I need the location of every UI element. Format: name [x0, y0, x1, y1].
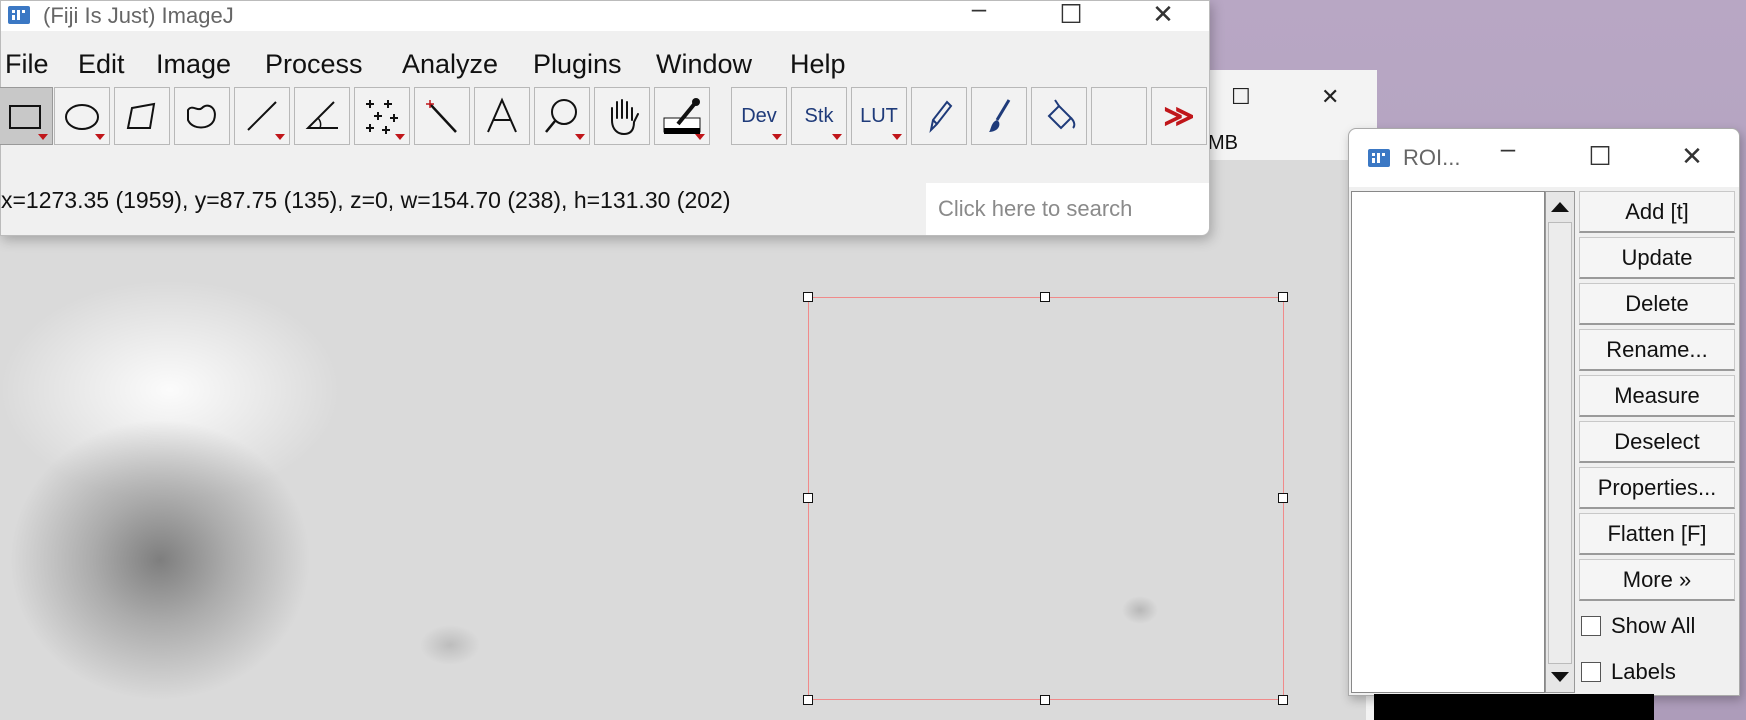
lut-label: LUT — [860, 104, 898, 127]
roi-handle-bottom-right[interactable] — [1278, 695, 1288, 705]
delete-button[interactable]: Delete — [1579, 283, 1735, 325]
polygon-tool[interactable] — [114, 87, 170, 145]
more-button[interactable]: More » — [1579, 559, 1735, 601]
angle-tool[interactable] — [294, 87, 350, 145]
scroll-thumb[interactable] — [1548, 222, 1572, 664]
angle-icon — [305, 101, 338, 129]
lut-tool[interactable]: LUT — [851, 87, 907, 145]
roi-handle-middle-right[interactable] — [1278, 493, 1288, 503]
image-window-maximize-icon[interactable]: ☐ — [1231, 84, 1251, 110]
double-chevron-icon: ≫ — [1163, 99, 1195, 133]
stack-tool[interactable]: Stk — [791, 87, 847, 145]
roi-handle-middle-left[interactable] — [803, 493, 813, 503]
wand-tool[interactable] — [414, 87, 470, 145]
stk-label: Stk — [804, 104, 834, 127]
roi-manager-window: ROI... – ☐ ✕ Add [t] Update Delete Renam… — [1348, 128, 1740, 696]
deselect-button[interactable]: Deselect — [1579, 421, 1735, 463]
labels-checkbox[interactable]: Labels — [1581, 659, 1676, 685]
show-all-label: Show All — [1611, 613, 1696, 638]
line-tool[interactable] — [234, 87, 290, 145]
roi-selection-rectangle[interactable] — [808, 297, 1284, 700]
freehand-icon — [187, 104, 216, 129]
labels-label: Labels — [1611, 659, 1676, 684]
dev-label: Dev — [741, 104, 777, 127]
rectangle-icon — [9, 105, 41, 129]
menu-file[interactable]: File — [5, 49, 49, 80]
labels-checkbox-box[interactable] — [1581, 662, 1601, 682]
properties-button[interactable]: Properties... — [1579, 467, 1735, 509]
show-all-checkbox-box[interactable] — [1581, 616, 1601, 636]
dropper-icon — [663, 98, 701, 134]
roi-minimize-icon[interactable]: – — [1493, 133, 1523, 164]
roi-handle-top-right[interactable] — [1278, 292, 1288, 302]
update-button[interactable]: Update — [1579, 237, 1735, 279]
text-icon — [487, 97, 517, 133]
show-all-checkbox[interactable]: Show All — [1581, 613, 1695, 639]
roi-list[interactable] — [1351, 191, 1545, 693]
window-title: (Fiji Is Just) ImageJ — [43, 3, 234, 28]
color-picker-tool[interactable] — [654, 87, 710, 145]
roi-handle-bottom-left[interactable] — [803, 695, 813, 705]
multipoint-tool[interactable] — [354, 87, 410, 145]
polygon-icon — [126, 102, 156, 129]
more-tools-button[interactable]: ≫ — [1151, 87, 1207, 145]
paint-bucket-icon — [1047, 99, 1076, 130]
pencil-tool[interactable] — [911, 87, 967, 145]
fiji-app-icon — [8, 6, 30, 24]
fiji-app-icon — [1368, 149, 1390, 167]
add-button[interactable]: Add [t] — [1579, 191, 1735, 233]
menu-analyze[interactable]: Analyze — [402, 49, 498, 80]
roi-list-scrollbar[interactable] — [1545, 191, 1575, 693]
text-tool[interactable] — [474, 87, 530, 145]
flood-fill-tool[interactable] — [1031, 87, 1087, 145]
roi-maximize-icon[interactable]: ☐ — [1585, 141, 1615, 172]
line-icon — [247, 101, 277, 131]
image-window-info-text: MB — [1208, 132, 1238, 154]
menu-window[interactable]: Window — [656, 49, 752, 80]
background-window-strip — [1374, 694, 1654, 720]
wand-icon — [426, 100, 457, 133]
dev-tool[interactable]: Dev — [731, 87, 787, 145]
maximize-icon[interactable]: ☐ — [1056, 0, 1086, 30]
brush-icon — [989, 99, 1011, 132]
minimize-icon[interactable]: – — [964, 0, 994, 24]
flatten-button[interactable]: Flatten [F] — [1579, 513, 1735, 555]
imagej-titlebar[interactable]: (Fiji Is Just) ImageJ – ☐ ✕ — [1, 0, 1209, 31]
hand-icon — [611, 99, 639, 136]
hand-tool[interactable] — [594, 87, 650, 145]
status-bar: x=1273.35 (1959), y=87.75 (135), z=0, w=… — [1, 187, 731, 213]
search-box[interactable] — [926, 183, 1209, 235]
menu-help[interactable]: Help — [790, 49, 846, 80]
image-window-close-icon[interactable]: ✕ — [1321, 84, 1339, 110]
rectangle-tool[interactable] — [0, 87, 53, 145]
menu-image[interactable]: Image — [156, 49, 231, 80]
roi-manager-titlebar[interactable]: ROI... – ☐ ✕ — [1349, 129, 1739, 187]
roi-handle-top-center[interactable] — [1040, 292, 1050, 302]
oval-tool[interactable] — [54, 87, 110, 145]
roi-manager-title: ROI... — [1403, 145, 1461, 170]
search-input[interactable] — [936, 195, 1200, 223]
close-icon[interactable]: ✕ — [1148, 0, 1178, 30]
roi-close-icon[interactable]: ✕ — [1677, 141, 1707, 172]
magnifier-icon — [545, 99, 577, 133]
measure-button[interactable]: Measure — [1579, 375, 1735, 417]
roi-handle-bottom-center[interactable] — [1040, 695, 1050, 705]
brush-tool[interactable] — [971, 87, 1027, 145]
multipoint-icon — [366, 100, 398, 134]
imagej-main-window: (Fiji Is Just) ImageJ – ☐ ✕ File Edit Im… — [0, 0, 1210, 236]
scroll-down-icon[interactable] — [1551, 672, 1569, 682]
zoom-tool[interactable] — [534, 87, 590, 145]
menu-bar: File Edit Image Process Analyze Plugins … — [1, 45, 1209, 85]
freehand-tool[interactable] — [174, 87, 230, 145]
menu-plugins[interactable]: Plugins — [533, 49, 622, 80]
rename-button[interactable]: Rename... — [1579, 329, 1735, 371]
menu-process[interactable]: Process — [265, 49, 363, 80]
toolbar: Dev Stk LUT ≫ — [0, 87, 1209, 147]
roi-handle-top-left[interactable] — [803, 292, 813, 302]
menu-edit[interactable]: Edit — [78, 49, 125, 80]
oval-icon — [65, 104, 99, 130]
empty-tool-slot[interactable] — [1091, 87, 1147, 145]
pencil-icon — [929, 100, 953, 134]
scroll-up-icon[interactable] — [1551, 202, 1569, 212]
